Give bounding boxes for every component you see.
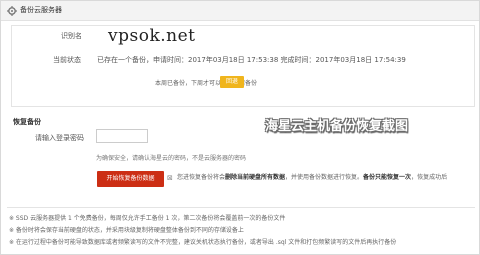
restore-heading: 恢复备份	[13, 118, 41, 126]
gear-icon	[7, 6, 17, 16]
panel-header: 备份云服务器	[1, 1, 479, 21]
password-hint: 为确保安全，请确认海星云的密码，不是云服务器的密码	[96, 155, 247, 162]
warning-bold-2: 备份只能恢复一次	[363, 174, 412, 181]
watermark-text: 海星云主机备份恢复截图	[265, 119, 409, 134]
warning-mid: ，并使用备份数据进行恢复。	[285, 174, 364, 181]
password-label: 请输入登录密码	[35, 134, 84, 142]
warning-icon: ⊠	[167, 174, 173, 182]
status-label: 当前状态	[53, 56, 81, 64]
retreat-button[interactable]: 回退	[220, 76, 244, 88]
password-input[interactable]	[96, 129, 148, 143]
identity-value: vpsok.net	[108, 26, 196, 46]
start-restore-button[interactable]: 开始恢复备份数据	[97, 171, 164, 187]
warning-bold-1: 删除当前硬盘所有数据	[225, 174, 286, 181]
note-item: ※ 备份时将会保存当前硬盘的状态，并采用块级复制将硬盘整体备份到不同的存储设备上	[9, 227, 244, 234]
status-value: 已存在一个备份，申请时间：2017年03月18日 17:53:38 完成时间：2…	[97, 56, 406, 64]
identity-label: 识别名	[61, 32, 82, 40]
backup-panel: 备份云服务器 识别名 vpsok.net 当前状态 已存在一个备份，申请时间：2…	[0, 0, 480, 255]
panel-title: 备份云服务器	[20, 6, 62, 14]
warning-prefix: 您进恢复备份将会	[177, 174, 226, 181]
warning-suffix: ，恢复成功后	[411, 174, 448, 181]
note-item: ※ 在运行过程中备份可能导致数据库或者频繁读写的文件不完整，建议关机状态执行备份…	[9, 239, 397, 246]
note-item: ※ SSD 云服务器提供 1 个免费备份，每周仅允许手工备份 1 次，第二次备份…	[9, 215, 286, 222]
restore-warning: 您进恢复备份将会删除当前硬盘所有数据，并使用备份数据进行恢复。备份只能恢复一次，…	[177, 173, 477, 182]
